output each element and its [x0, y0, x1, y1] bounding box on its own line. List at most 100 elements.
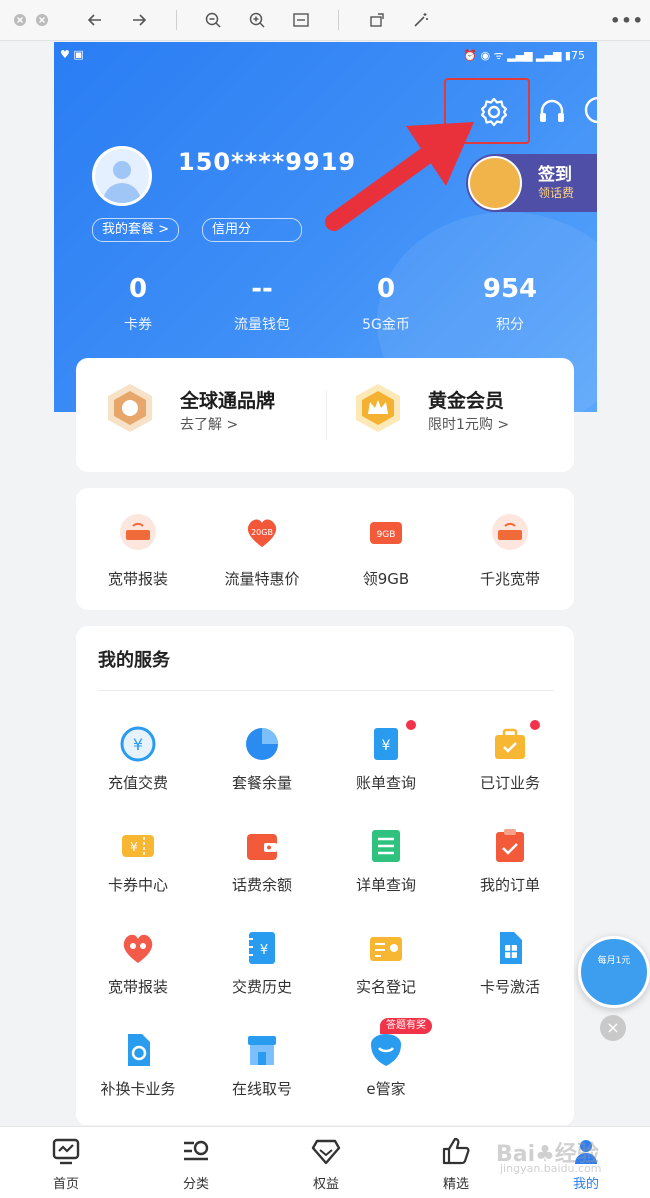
forward-arrow-icon[interactable] [128, 9, 150, 31]
tab-benefits[interactable]: 权益 [286, 1135, 366, 1192]
close-icon[interactable]: × [600, 1015, 626, 1041]
heart-house-icon [120, 930, 156, 966]
yuan-coin-icon: ¥ [120, 726, 156, 762]
service-bill-query[interactable]: ¥ 账单查询 [324, 720, 448, 826]
gold-member-title[interactable]: 黄金会员 [428, 386, 504, 413]
service-coupon-center[interactable]: ¥ 卡券中心 [76, 828, 200, 928]
sign-in-title: 签到 [538, 165, 572, 185]
rotate-icon[interactable] [366, 9, 388, 31]
service-plan-balance[interactable]: 套餐余量 [200, 726, 324, 826]
stat-5g-coins[interactable]: 0 5G金币 [336, 274, 436, 334]
thumbs-up-icon [416, 1135, 496, 1167]
tab-label: 权益 [312, 1177, 339, 1192]
service-label: 交费历史 [231, 978, 292, 996]
quick-gigabit-broadband[interactable]: 千兆宽带 [448, 488, 572, 610]
router-icon [491, 514, 529, 550]
stat-points[interactable]: 954 积分 [460, 274, 560, 334]
quick-label: 领9GB [362, 570, 410, 588]
service-card-activation[interactable]: 卡号激活 [448, 930, 572, 1030]
stat-value: 0 [376, 274, 396, 304]
gold-member-link[interactable]: 限时1元购 > [428, 414, 509, 434]
ticket-icon: ¥ [120, 828, 156, 864]
quick-label: 宽带报装 [107, 570, 168, 588]
tab-featured[interactable]: 精选 [416, 1135, 496, 1192]
minimize-icon[interactable] [32, 9, 52, 31]
close-icon[interactable] [10, 9, 30, 31]
gift-icon [468, 156, 522, 210]
service-online-number[interactable]: 在线取号 [200, 1032, 324, 1125]
service-label: 我的订单 [479, 876, 540, 894]
service-payment-history[interactable]: ¥ 交费历史 [200, 930, 324, 1030]
message-icon[interactable] [582, 92, 597, 128]
zoom-in-icon[interactable] [246, 9, 268, 31]
quick-label: 流量特惠价 [224, 570, 300, 588]
service-label: 账单查询 [355, 774, 416, 792]
stat-coupons[interactable]: 0 卡券 [88, 274, 188, 334]
quick-get-9gb[interactable]: 9GB 领9GB [324, 488, 448, 610]
avatar[interactable] [92, 146, 152, 206]
service-detail-query[interactable]: 详单查询 [324, 828, 448, 928]
stat-data-wallet[interactable]: -- 流量钱包 [212, 274, 312, 334]
magic-wand-icon[interactable] [410, 9, 432, 31]
svg-text:¥: ¥ [382, 738, 391, 754]
svg-text:¥: ¥ [133, 735, 143, 754]
section-title: 我的服务 [98, 650, 170, 671]
svg-text:¥: ¥ [130, 840, 138, 854]
router-icon [119, 514, 157, 550]
divider [98, 690, 554, 691]
sign-in-button[interactable]: 签到 领话费 [466, 154, 597, 212]
stat-label: 5G金币 [362, 317, 410, 333]
quick-label: 千兆宽带 [479, 570, 540, 588]
tab-label: 首页 [52, 1177, 79, 1192]
phone-screen: ♥ ▣ ⏰ ◉ ᯤ ▂▄▆ ▂▄▆ ▮75 150****9919 我的套餐 >… [54, 42, 597, 1125]
fit-screen-icon[interactable] [290, 9, 312, 31]
global-brand-link[interactable]: 去了解 > [180, 414, 238, 434]
quick-links-card: 宽带报装 20GB 流量特惠价 9GB 领9GB 千兆宽带 [76, 488, 574, 610]
service-replace-card[interactable]: 补换卡业务 [76, 1032, 200, 1125]
global-brand-icon [104, 382, 156, 434]
service-broadband-install[interactable]: 宽带报装 [76, 930, 200, 1030]
zoom-out-icon[interactable] [202, 9, 224, 31]
service-label: 补换卡业务 [100, 1080, 176, 1098]
service-recharge[interactable]: ¥ 充值交费 [76, 726, 200, 826]
data-card-icon: 9GB [367, 514, 405, 550]
service-subscribed[interactable]: 已订业务 [448, 720, 572, 826]
stat-label: 积分 [496, 317, 524, 333]
store-icon [244, 1032, 280, 1068]
service-label: 详单查询 [355, 876, 416, 894]
credit-score-link[interactable]: 信用分 [202, 218, 303, 242]
tab-label: 精选 [442, 1177, 469, 1192]
tab-home[interactable]: 首页 [26, 1135, 106, 1192]
floating-ad[interactable]: 每月1元 [578, 936, 650, 1008]
tab-category[interactable]: 分类 [156, 1135, 236, 1192]
floating-ad-text: 每月1元 [597, 956, 631, 966]
notebook-icon: ¥ [244, 930, 280, 966]
more-icon[interactable]: ••• [610, 9, 643, 31]
service-label: 已订业务 [479, 774, 540, 792]
stat-value: 954 [482, 274, 538, 304]
signal-icon: ⏰ ◉ ᯤ ▂▄▆ ▂▄▆ ▮75 [463, 49, 585, 62]
back-arrow-icon[interactable] [84, 9, 106, 31]
service-real-name[interactable]: 实名登记 [324, 930, 448, 1030]
quick-data-offer[interactable]: 20GB 流量特惠价 [200, 488, 324, 610]
global-brand-title[interactable]: 全球通品牌 [180, 386, 275, 413]
heart-icon: ♥ ▣ [60, 48, 84, 61]
tab-label: 我的 [572, 1177, 599, 1192]
service-my-orders[interactable]: 我的订单 [448, 828, 572, 928]
svg-text:¥: ¥ [260, 943, 268, 958]
stat-value: -- [251, 274, 273, 304]
divider [326, 390, 327, 440]
service-phone-balance[interactable]: 话费余额 [200, 828, 324, 928]
my-services-card: 我的服务 ¥ 充值交费 套餐余量 ¥ 账单查询 已订业务 ¥ 卡券中心 话费余额… [76, 626, 574, 1125]
watermark-url: jingyan.baidu.com [500, 1162, 602, 1175]
quick-broadband-install[interactable]: 宽带报装 [76, 488, 200, 610]
bill-icon: ¥ [368, 726, 404, 762]
diamond-icon [286, 1135, 366, 1167]
promo-tag: 答题有奖 [380, 1018, 432, 1034]
headset-icon[interactable] [534, 94, 570, 130]
service-e-butler[interactable]: e管家 答题有奖 [324, 1018, 448, 1125]
service-label: 宽带报装 [107, 978, 168, 996]
crown-icon [352, 382, 404, 434]
stat-label: 流量钱包 [234, 317, 290, 333]
my-plan-link[interactable]: 我的套餐 > [92, 218, 180, 242]
